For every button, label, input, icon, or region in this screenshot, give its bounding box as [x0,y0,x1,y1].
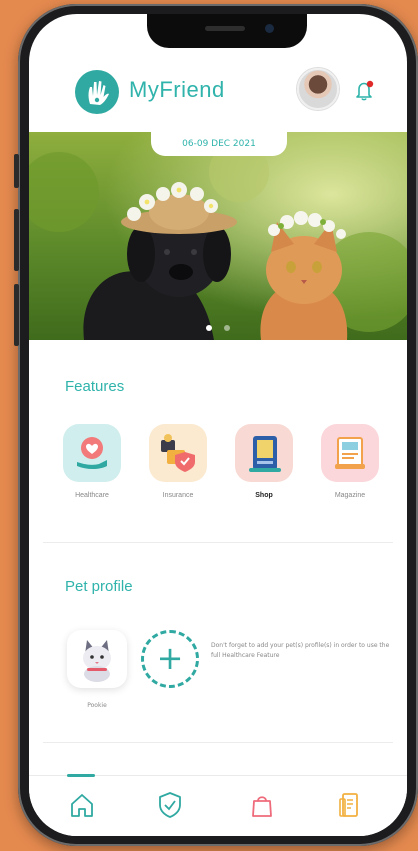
feature-label: Magazine [334,492,366,499]
shield-check-icon[interactable] [155,790,185,820]
app-screen: MyFriend 06-09 DEC 2021 Features Healthc… [29,14,407,836]
paw-hand-icon [88,81,109,105]
feature-label: Insurance [162,492,194,499]
user-avatar[interactable] [297,68,339,110]
add-pet-hint: Don't forget to add your pet(s) profile(… [211,642,390,659]
cat-avatar-icon [83,640,111,682]
feature-shop[interactable]: Shop [233,424,295,499]
notch [147,14,307,48]
side-button-volume-up [14,209,19,271]
nav-active-indicator [67,774,95,777]
healthcare-icon [63,424,121,482]
shopping-bag-icon[interactable] [247,790,277,820]
carousel-dot-1[interactable] [206,325,213,331]
banner-pets-image [29,132,407,340]
pet-name: Pookie [87,702,107,709]
pet-card[interactable] [67,630,127,688]
promo-banner[interactable] [29,132,407,340]
shop-icon [235,424,293,482]
side-button-mute [14,154,19,188]
magazine-icon [321,424,379,482]
add-pet-button[interactable]: + [141,630,199,688]
insurance-icon [149,424,207,482]
section-divider [43,542,393,543]
section-divider [43,742,393,743]
side-button-volume-down [14,284,19,346]
features-title: Features [65,378,125,395]
app-title: MyFriend [129,77,225,102]
pet-profile-title: Pet profile [65,578,133,595]
phone-frame: MyFriend 06-09 DEC 2021 Features Healthc… [14,4,418,846]
speaker [205,26,245,31]
feature-magazine[interactable]: Magazine [319,424,381,499]
app-logo [75,70,119,114]
notification-bell-icon[interactable] [351,77,377,103]
event-date-pill: 06-09 DEC 2021 [151,132,287,156]
carousel-dot-2[interactable] [223,325,230,331]
feature-label: Shop [255,492,273,499]
feature-label: Healthcare [75,492,109,499]
home-icon[interactable] [67,790,97,820]
carousel-indicator [29,316,407,335]
front-camera [265,24,274,33]
magazine-icon[interactable] [335,790,365,820]
bottom-nav [29,774,407,836]
feature-healthcare[interactable]: Healthcare [61,424,123,499]
feature-insurance[interactable]: Insurance [147,424,209,499]
app-header: MyFriend [29,64,407,126]
